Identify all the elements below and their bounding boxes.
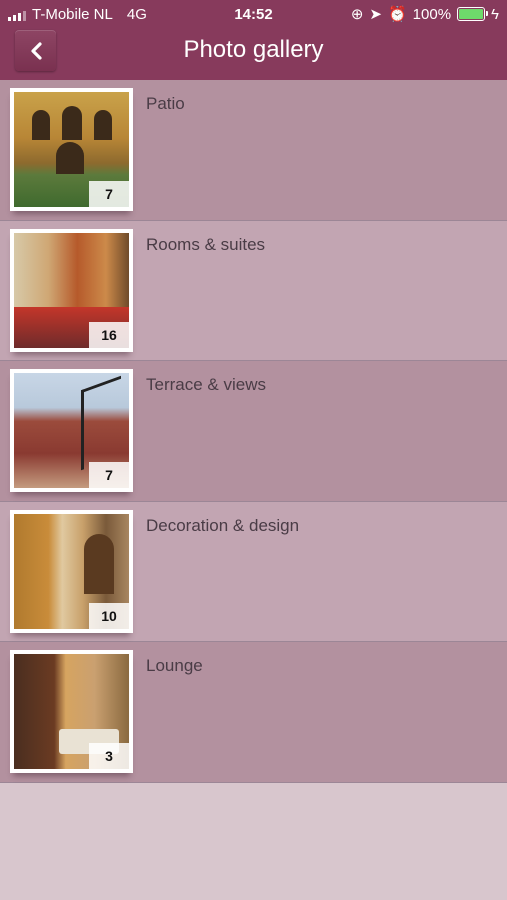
gallery-item-label: Decoration & design: [146, 515, 300, 535]
gallery-item-label: Rooms & suites: [146, 234, 266, 254]
status-bar: T-Mobile NL 4G 14:52 ⊕ ➤ ⏰ 100% ϟ: [0, 0, 507, 28]
photo-count-badge: 7: [89, 462, 129, 489]
gallery-thumbnail[interactable]: 3: [10, 650, 133, 774]
gallery-item-decoration-design[interactable]: 10 Decoration & design: [0, 501, 507, 643]
battery-icon: [457, 7, 489, 21]
photo-count-badge: 10: [89, 602, 129, 629]
gallery-item-terrace-views[interactable]: 7 Terrace & views: [0, 361, 507, 502]
photo-count-badge: 7: [89, 181, 129, 207]
gallery-thumbnail[interactable]: 7: [10, 369, 133, 493]
gallery-list: 7 Patio 16 Rooms & suites 7 Terrace & vi…: [0, 80, 507, 783]
gallery-thumbnail[interactable]: 16: [10, 228, 133, 352]
gallery-item-lounge[interactable]: 3 Lounge: [0, 642, 507, 783]
status-right: ⊕ ➤ ⏰ 100% ϟ: [350, 5, 499, 24]
orientation-lock-icon: ⊕: [350, 6, 364, 23]
gallery-thumbnail[interactable]: 10: [10, 509, 133, 633]
gallery-item-label: Lounge: [146, 656, 203, 676]
location-icon: ➤: [369, 6, 382, 23]
photo-count-badge: 16: [89, 321, 129, 348]
gallery-item-label: Terrace & views: [146, 375, 266, 395]
gallery-item-patio[interactable]: 7 Patio: [0, 80, 507, 221]
gallery-thumbnail[interactable]: 7: [10, 88, 133, 211]
alarm-icon: ⏰: [387, 6, 407, 23]
photo-count-badge: 3: [89, 743, 129, 770]
page-title: Photo gallery: [183, 36, 324, 63]
gallery-item-rooms-suites[interactable]: 16 Rooms & suites: [0, 220, 507, 362]
charging-icon: ϟ: [491, 5, 499, 23]
gallery-item-label: Patio: [146, 94, 185, 113]
battery-percent: 100%: [412, 5, 452, 23]
header-bar: T-Mobile NL 4G 14:52 ⊕ ➤ ⏰ 100% ϟ Photo …: [0, 0, 507, 80]
